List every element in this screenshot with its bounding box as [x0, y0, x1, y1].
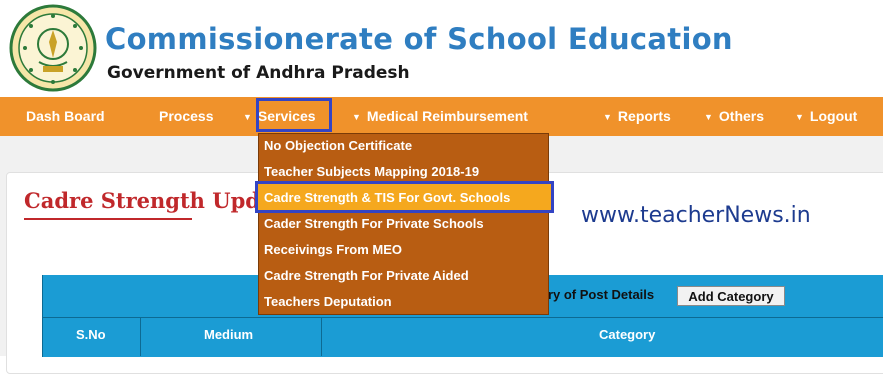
column-divider	[321, 318, 322, 356]
table-caption: ory of Post Details	[540, 287, 655, 302]
nav-label: Logout	[809, 108, 858, 124]
chevron-down-icon: ▼	[603, 112, 612, 122]
column-header-category[interactable]: Category	[599, 327, 655, 342]
column-header-sno[interactable]: S.No	[76, 327, 106, 342]
chevron-down-icon: ▼	[704, 112, 713, 122]
nav-others[interactable]: ▼ Others	[704, 97, 764, 136]
title-underline	[24, 218, 192, 220]
menu-item-teachers-deputation[interactable]: Teachers Deputation	[264, 289, 392, 315]
watermark-text: www.teacherNews.in	[581, 203, 811, 228]
nav-dashboard[interactable]: Dash Board	[26, 97, 105, 136]
column-header-medium[interactable]: Medium	[204, 327, 253, 342]
menu-item-cadre-strength-govt[interactable]: Cadre Strength & TIS For Govt. Schools	[264, 185, 510, 211]
main-nav: Dash Board Process ▼ Services ▼ Medical Re…	[0, 97, 883, 136]
nav-label: Reports	[617, 108, 671, 124]
column-divider	[140, 318, 141, 356]
chevron-down-icon: ▼	[352, 112, 361, 122]
site-title: Commissionerate of School Education	[105, 22, 733, 56]
menu-item-receivings-from-meo[interactable]: Receivings From MEO	[264, 237, 402, 263]
nav-label: Process	[159, 108, 214, 124]
site-subtitle: Government of Andhra Pradesh	[107, 63, 410, 83]
chevron-down-icon: ▼	[795, 112, 804, 122]
add-category-button[interactable]: Add Category	[677, 286, 785, 306]
menu-item-cadre-strength-aided[interactable]: Cadre Strength For Private Aided	[264, 263, 469, 289]
table-header-row	[42, 317, 883, 357]
menu-item-noc[interactable]: No Objection Certificate	[264, 133, 412, 159]
nav-label: Dash Board	[26, 108, 105, 124]
nav-process[interactable]: Process	[159, 97, 213, 136]
site-header: Commissionerate of School Education Gove…	[0, 0, 883, 97]
nav-label: Medical Reimbursement	[366, 108, 528, 124]
services-annotation-box	[256, 98, 332, 132]
menu-item-cader-strength-private[interactable]: Cader Strength For Private Schools	[264, 211, 484, 237]
nav-medical-reimbursement[interactable]: ▼ Medical Reimbursement	[352, 97, 528, 136]
menu-item-teacher-subjects-mapping[interactable]: Teacher Subjects Mapping 2018-19	[264, 159, 479, 185]
nav-label: Others	[718, 108, 765, 124]
nav-reports[interactable]: ▼ Reports	[603, 97, 671, 136]
nav-logout[interactable]: ▼ Logout	[795, 97, 857, 136]
chevron-down-icon: ▼	[243, 112, 252, 122]
andhra-pradesh-emblem-icon	[9, 4, 97, 92]
